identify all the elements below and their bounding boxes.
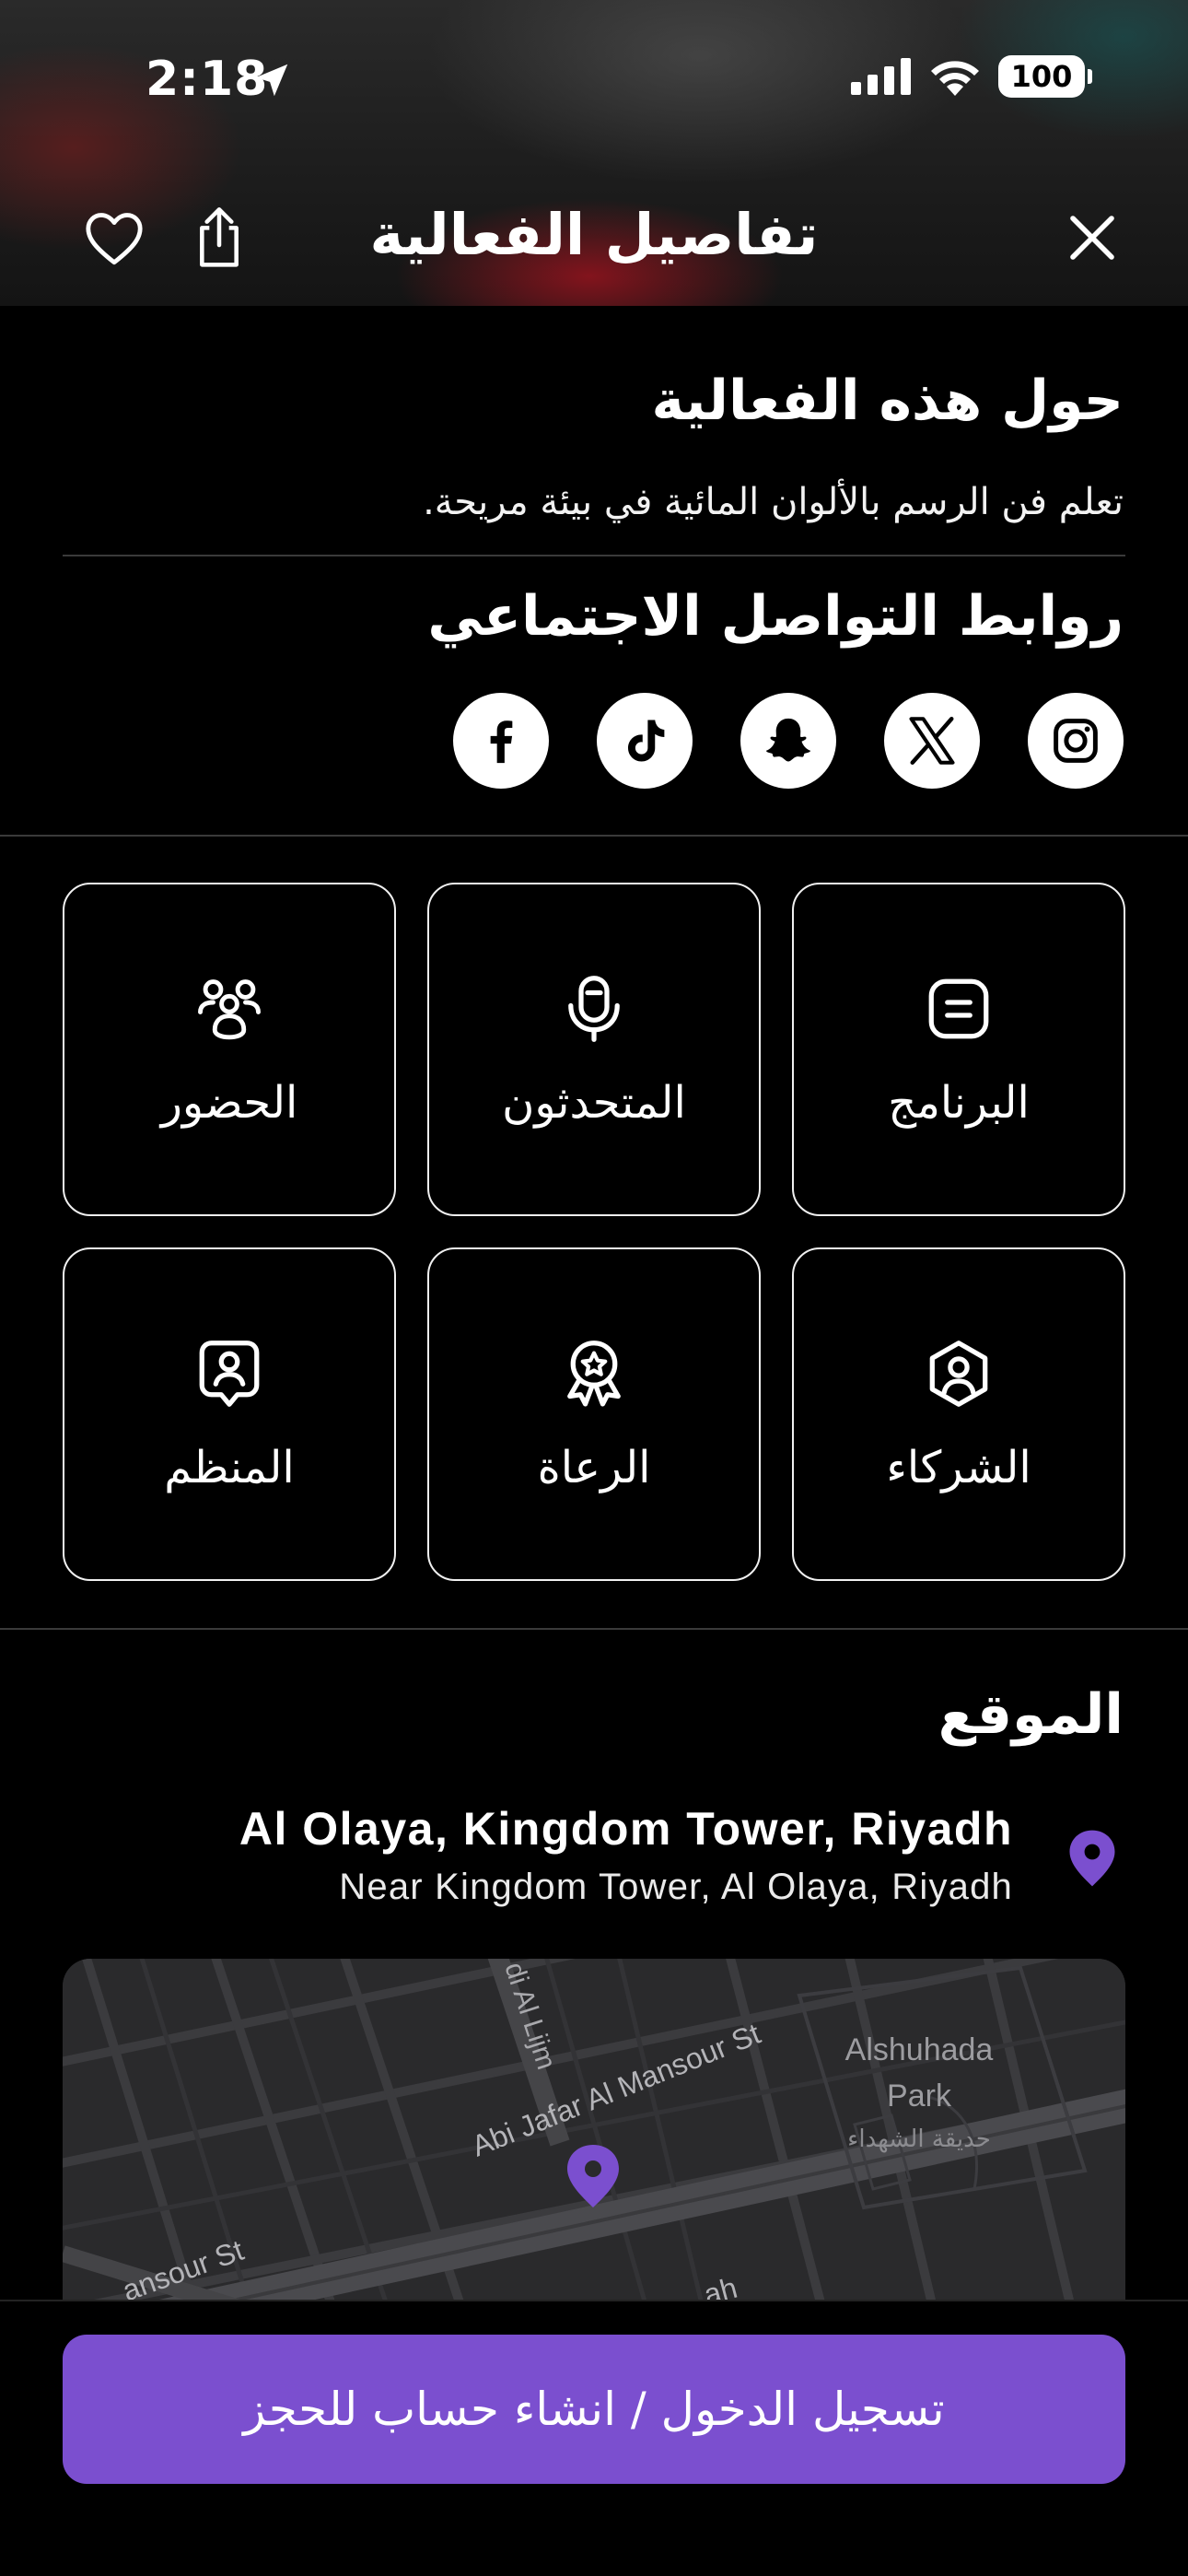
- location-heading: الموقع: [938, 1682, 1124, 1747]
- instagram-link[interactable]: [1028, 693, 1124, 789]
- battery-indicator: 100: [998, 55, 1092, 98]
- favorite-button[interactable]: [79, 203, 149, 273]
- tile-organizer[interactable]: المنظم: [63, 1247, 396, 1581]
- tile-label: الشركاء: [886, 1442, 1031, 1493]
- snapchat-icon: [765, 718, 811, 762]
- tile-program[interactable]: البرنامج: [792, 883, 1125, 1216]
- share-icon: [200, 207, 239, 267]
- divider: [0, 1628, 1188, 1630]
- snapchat-link[interactable]: [740, 693, 836, 789]
- document-icon: [928, 978, 989, 1039]
- address-subtitle: Near Kingdom Tower, Al Olaya, Riyadh: [339, 1867, 1013, 1907]
- map-label-park-arabic: حديقة الشهداء: [847, 2125, 991, 2153]
- partner-icon: [929, 1341, 988, 1407]
- x-link[interactable]: [884, 693, 980, 789]
- tile-sponsors[interactable]: الرعاة: [427, 1247, 761, 1581]
- signal-icon: [851, 58, 911, 95]
- divider: [0, 835, 1188, 837]
- instagram-icon: [1054, 719, 1098, 763]
- map-label-park-line1: Alshuhada: [845, 2032, 994, 2067]
- tile-label: البرنامج: [888, 1077, 1030, 1129]
- divider: [63, 555, 1125, 556]
- location-map[interactable]: Abi Jafar Al Mansour St di Al Lijm ansou…: [63, 1959, 1125, 2309]
- location-pin-icon: [1069, 1830, 1115, 1887]
- facebook-icon: [490, 720, 513, 764]
- organizer-icon: [199, 1341, 260, 1407]
- award-icon: [567, 1341, 621, 1407]
- map-label-park-line2: Park: [887, 2078, 952, 2113]
- header: 2:18 100 تفاصيل الفعالية: [0, 0, 1188, 306]
- facebook-link[interactable]: [453, 693, 549, 789]
- tile-label: الرعاة: [537, 1442, 651, 1493]
- microphone-icon: [568, 976, 620, 1042]
- heart-icon: [86, 213, 143, 265]
- x-icon: [909, 717, 955, 765]
- tile-label: المتحدثون: [502, 1077, 686, 1129]
- tile-label: الحضور: [160, 1077, 298, 1129]
- status-icons: 100: [851, 55, 1092, 98]
- close-button[interactable]: [1057, 203, 1127, 273]
- share-button[interactable]: [184, 203, 254, 273]
- about-heading: حول هذه الفعالية: [651, 369, 1124, 433]
- bottom-bar: تسجيل الدخول / انشاء حساب للحجز: [0, 2300, 1188, 2576]
- tiktok-icon: [628, 720, 665, 762]
- tiktok-link[interactable]: [597, 693, 693, 789]
- social-links: [453, 693, 1124, 789]
- address-title: Al Olaya, Kingdom Tower, Riyadh: [239, 1803, 1013, 1855]
- map-canvas: Abi Jafar Al Mansour St di Al Lijm ansou…: [63, 1959, 1125, 2309]
- tile-speakers[interactable]: المتحدثون: [427, 883, 761, 1216]
- tile-partners[interactable]: الشركاء: [792, 1247, 1125, 1581]
- location-arrow-icon: [255, 64, 288, 97]
- tile-attendance[interactable]: الحضور: [63, 883, 396, 1216]
- social-heading: روابط التواصل الاجتماعي: [427, 584, 1124, 649]
- tile-label: المنظم: [164, 1442, 295, 1493]
- wifi-icon: [931, 61, 979, 96]
- title-bar: تفاصيل الفعالية: [0, 193, 1188, 276]
- page-title: تفاصيل الفعالية: [369, 201, 819, 268]
- close-icon: [1070, 216, 1114, 260]
- login-signup-button[interactable]: تسجيل الدخول / انشاء حساب للحجز: [63, 2335, 1125, 2484]
- event-sections-grid: البرنامج المتحدثون الحضور الشركاء الرعاة…: [63, 883, 1125, 1581]
- people-icon: [198, 979, 261, 1040]
- about-description: تعلم فن الرسم بالألوان المائية في بيئة م…: [423, 481, 1124, 523]
